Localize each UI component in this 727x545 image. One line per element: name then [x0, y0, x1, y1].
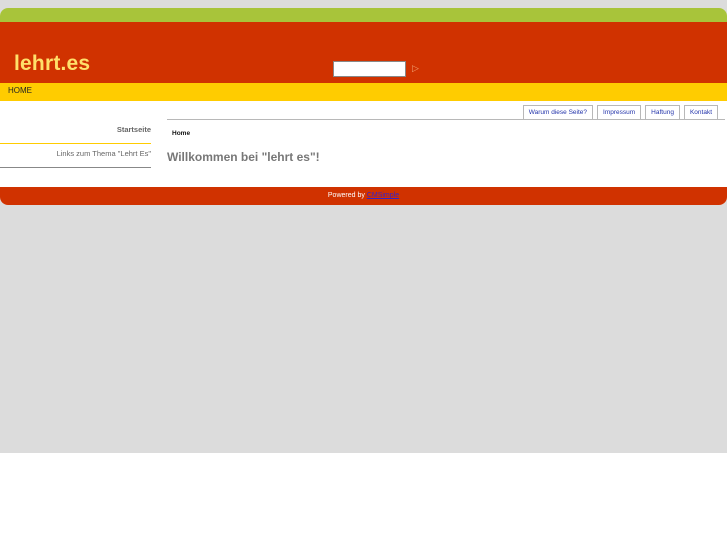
- site-header: lehrt.es ▷: [0, 22, 727, 83]
- tab-warum-diese-seite[interactable]: Warum diese Seite?: [522, 105, 594, 119]
- sidebar-item-startseite[interactable]: Startseite: [0, 120, 151, 144]
- search-input[interactable]: [333, 61, 406, 77]
- tab-kontakt[interactable]: Kontakt: [683, 105, 718, 119]
- site-container: lehrt.es ▷ HOME Warum diese Seite? Impre…: [0, 8, 727, 205]
- cms-link[interactable]: CMSimple: [367, 192, 399, 199]
- sidebar-menu: Startseite Links zum Thema "Lehrt Es": [0, 120, 151, 168]
- breadcrumb[interactable]: Home: [172, 130, 190, 137]
- search-submit-icon[interactable]: ▷: [412, 62, 420, 74]
- main-navbar: HOME: [0, 83, 727, 101]
- site-logo[interactable]: lehrt.es: [14, 52, 90, 76]
- sidebar-item-links[interactable]: Links zum Thema "Lehrt Es": [0, 144, 151, 168]
- top-accent-bar: [0, 8, 727, 22]
- page-title: Willkommen bei "lehrt es"!: [167, 150, 320, 164]
- powered-by-text: Powered by: [327, 192, 365, 199]
- top-tabs: Warum diese Seite? Impressum Haftung Kon…: [522, 105, 718, 120]
- tab-haftung[interactable]: Haftung: [645, 105, 680, 119]
- tab-divider: [167, 119, 725, 120]
- site-footer: Powered by CMSimple: [0, 187, 727, 205]
- nav-home-link[interactable]: HOME: [8, 86, 32, 95]
- tab-impressum[interactable]: Impressum: [597, 105, 642, 119]
